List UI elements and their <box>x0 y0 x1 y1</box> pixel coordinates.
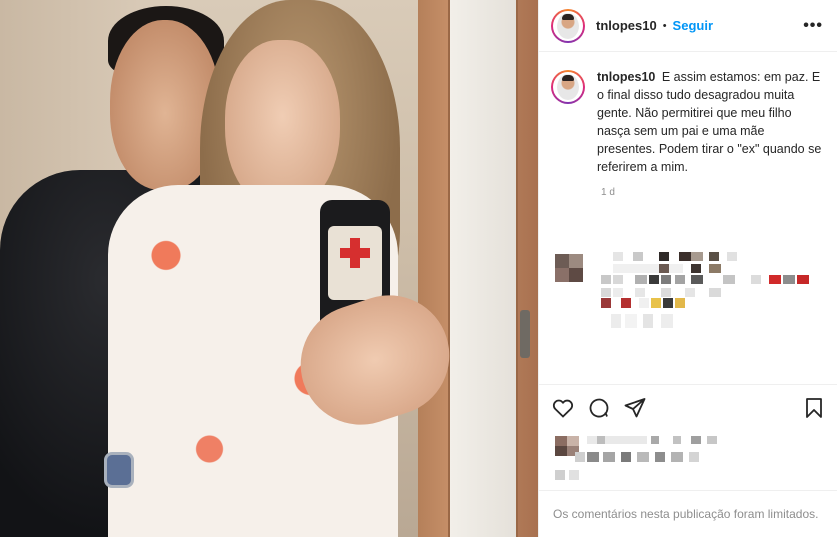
pixel-block <box>661 275 671 284</box>
pixel-block <box>637 452 649 462</box>
photo-door-panel <box>448 0 518 537</box>
pixel-block <box>635 275 647 284</box>
pixel-block <box>651 298 661 308</box>
username-link[interactable]: tnlopes10 <box>596 18 657 33</box>
pixel-block <box>569 470 579 480</box>
pixel-block <box>673 436 681 444</box>
caption-text: tnlopes10 E assim estamos: em paz. E o f… <box>597 68 823 176</box>
pixel-block <box>649 275 659 284</box>
pixel-block <box>751 275 761 284</box>
pixel-block <box>587 436 647 444</box>
pixel-block <box>691 252 703 261</box>
pixel-block <box>691 436 701 444</box>
pixel-block <box>723 275 735 284</box>
pixel-block <box>663 298 673 308</box>
pixel-block <box>569 268 583 282</box>
pixel-block <box>575 452 585 462</box>
caption-avatar[interactable] <box>551 70 585 104</box>
pixel-block <box>691 264 701 273</box>
pixel-block <box>639 298 649 308</box>
photo-door-handle <box>520 310 530 358</box>
post-timestamp[interactable]: 1 d <box>601 187 825 198</box>
pixel-block <box>689 452 699 462</box>
photo-watch <box>104 452 134 488</box>
pixel-block <box>555 446 567 456</box>
more-options-icon[interactable]: ••• <box>803 17 823 35</box>
pixel-block <box>567 436 579 446</box>
pixel-block <box>555 268 569 282</box>
pixel-block <box>601 275 611 284</box>
pixel-block <box>675 298 685 308</box>
pixel-block <box>633 252 643 261</box>
pixelated-comment <box>551 248 821 348</box>
caption-row: tnlopes10 E assim estamos: em paz. E o f… <box>551 68 825 176</box>
separator-dot: • <box>662 19 667 32</box>
pixel-block <box>611 314 621 328</box>
pixel-block <box>679 252 691 261</box>
caption-area: tnlopes10 E assim estamos: em paz. E o f… <box>539 52 837 384</box>
pixel-block <box>613 252 623 261</box>
pixel-block <box>691 275 703 284</box>
caption-avatar-inner <box>553 72 583 102</box>
pixel-block <box>709 252 719 261</box>
avatar[interactable] <box>551 8 585 43</box>
pixel-block <box>659 264 669 273</box>
pixel-block <box>625 314 637 328</box>
pixel-block <box>621 452 631 462</box>
pixel-block <box>709 264 721 273</box>
pixel-block <box>555 254 569 268</box>
pixel-block <box>597 436 605 444</box>
pixel-block <box>621 298 631 308</box>
comments-limited-notice: Os comentários nesta publicação foram li… <box>539 490 837 537</box>
post-actions <box>539 384 837 430</box>
pixel-block <box>555 470 565 480</box>
pixel-block <box>569 254 583 268</box>
pixel-block <box>727 252 737 261</box>
post-photo[interactable] <box>0 0 538 537</box>
pixel-block <box>613 288 623 297</box>
share-icon[interactable] <box>623 396 647 420</box>
avatar-inner <box>553 10 583 41</box>
pixel-block <box>601 298 611 308</box>
pixel-block <box>613 275 623 284</box>
post-header: tnlopes10 • Seguir ••• <box>539 0 837 52</box>
pixel-block <box>601 288 611 297</box>
pixel-block <box>555 436 567 446</box>
pixel-block <box>655 452 665 462</box>
heart-icon[interactable] <box>551 396 575 420</box>
pixel-block <box>659 252 669 261</box>
pixel-block <box>587 452 599 462</box>
pixel-block <box>769 275 781 284</box>
pixel-block <box>671 452 683 462</box>
pixelated-likes <box>551 432 741 488</box>
pixel-block <box>675 275 685 284</box>
follow-button[interactable]: Seguir <box>673 18 713 33</box>
avatar-image <box>557 12 579 39</box>
photo-phone-cross <box>340 238 370 268</box>
pixel-block <box>797 275 809 284</box>
bookmark-icon[interactable] <box>802 396 826 420</box>
pixel-block <box>603 452 615 462</box>
pixel-block <box>709 288 721 297</box>
comment-icon[interactable] <box>587 396 611 420</box>
pixel-block <box>661 288 671 297</box>
pixel-block <box>783 275 795 284</box>
pixel-block <box>651 436 659 444</box>
caption-username[interactable]: tnlopes10 <box>597 70 655 84</box>
pixel-block <box>635 288 645 297</box>
pixel-block <box>643 314 653 328</box>
post-side-panel: tnlopes10 • Seguir ••• tnlopes10 E assim… <box>538 0 837 537</box>
pixel-block <box>685 288 695 297</box>
pixel-block <box>707 436 717 444</box>
pixel-block <box>613 264 683 273</box>
caption-avatar-image <box>557 74 579 100</box>
caption-body: E assim estamos: em paz. E o final disso… <box>597 70 822 174</box>
pixel-block <box>661 314 673 328</box>
